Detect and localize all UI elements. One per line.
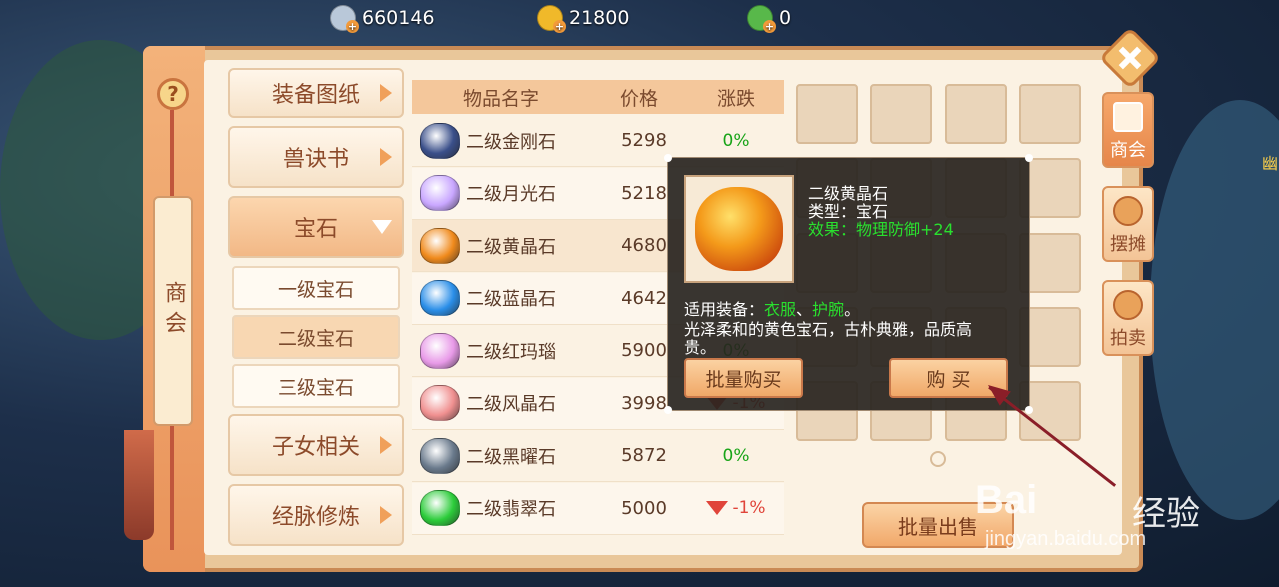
category-children[interactable]: 子女相关 xyxy=(228,414,404,476)
tooltip-effect: 效果：物理防御+24 xyxy=(808,220,954,239)
tooltip-corner xyxy=(1025,154,1033,162)
price-change-value: 0% xyxy=(722,130,750,151)
page-indicator-dot[interactable] xyxy=(930,451,946,467)
price-change: 0% xyxy=(692,131,780,151)
category-label: 装备图纸 xyxy=(271,83,360,108)
item-price: 5872 xyxy=(621,445,667,466)
arrow-right-icon xyxy=(380,148,392,166)
arrow-down-icon xyxy=(706,501,729,515)
gold-currency[interactable]: + 21800 xyxy=(537,4,630,33)
price-change: 0% xyxy=(692,446,780,466)
gem-icon xyxy=(420,385,460,421)
help-button[interactable]: ? xyxy=(157,78,189,110)
tooltip-corner xyxy=(1025,406,1033,414)
tab-label: 拍卖 xyxy=(1110,328,1146,349)
tooltip-corner xyxy=(664,406,672,414)
inventory-slot[interactable] xyxy=(870,84,932,144)
tooltip-description-line2: 贵。 xyxy=(684,338,717,357)
trident-icon xyxy=(1113,102,1143,132)
jade-currency[interactable]: + 0 xyxy=(747,4,792,33)
sub-category-level2[interactable]: 二级宝石 xyxy=(232,315,400,359)
gem-icon xyxy=(420,280,460,316)
item-name: 二级风晶石 xyxy=(466,394,556,415)
edge-text: 幽 xyxy=(1262,154,1279,173)
item-name: 二级金刚石 xyxy=(466,131,556,153)
gem-icon xyxy=(420,175,460,211)
table-header: 物品名字 价格 涨跌 xyxy=(412,80,784,114)
side-title: 商会 xyxy=(153,196,193,426)
background-foliage xyxy=(1150,100,1279,520)
price-change-value: 0% xyxy=(722,445,750,466)
tab-chamber-of-commerce[interactable]: 商会 xyxy=(1102,92,1154,168)
watermark-brand: Bai xyxy=(975,478,1038,522)
coins-icon xyxy=(1113,196,1143,226)
tab-label: 摆摊 xyxy=(1110,234,1146,255)
gem-icon xyxy=(420,122,460,159)
tab-label: 商会 xyxy=(1110,140,1146,161)
bulk-buy-button[interactable]: 批量购买 xyxy=(684,358,803,398)
category-label: 兽诀书 xyxy=(282,147,349,172)
sub-category-label: 三级宝石 xyxy=(277,376,354,399)
category-gems[interactable]: 宝石 xyxy=(228,196,404,258)
column-header-name: 物品名字 xyxy=(462,87,539,110)
gold-amount: 21800 xyxy=(569,7,630,29)
item-name: 二级翡翠石 xyxy=(466,499,556,520)
category-label: 宝石 xyxy=(293,217,338,242)
tab-stall[interactable]: 摆摊 xyxy=(1102,186,1154,262)
column-header-price: 价格 xyxy=(619,87,658,110)
arrow-right-icon xyxy=(380,84,392,102)
item-name: 二级黄晶石 xyxy=(466,236,556,258)
gem-icon xyxy=(420,227,460,264)
item-name: 二级蓝晶石 xyxy=(466,289,556,310)
watermark-url: jingyan.baidu.com xyxy=(985,528,1147,550)
gem-icon xyxy=(420,437,460,474)
category-blueprints[interactable]: 装备图纸 xyxy=(228,68,404,118)
table-row[interactable]: 二级翡翠石 5000 -1% xyxy=(412,482,784,535)
coin-stack-icon xyxy=(1113,290,1143,320)
category-label: 经脉修炼 xyxy=(271,505,360,530)
gem-icon xyxy=(420,490,460,526)
sub-category-level1[interactable]: 一级宝石 xyxy=(232,266,400,310)
arrow-right-icon xyxy=(380,436,392,454)
arrow-down-icon xyxy=(372,220,392,234)
price-change-value: -1% xyxy=(732,498,766,518)
inventory-slot[interactable] xyxy=(796,84,858,144)
tooltip-item-image xyxy=(684,175,794,283)
inventory-slot[interactable] xyxy=(1019,84,1081,144)
sub-category-label: 二级宝石 xyxy=(277,327,354,350)
item-name: 二级红玛瑙 xyxy=(466,341,556,363)
sub-category-level3[interactable]: 三级宝石 xyxy=(232,364,400,408)
item-price: 5298 xyxy=(621,130,667,151)
silver-currency[interactable]: + 660146 xyxy=(330,4,435,33)
silver-coin-icon: + xyxy=(330,5,359,33)
silver-amount: 660146 xyxy=(362,7,435,29)
jade-coin-icon: + xyxy=(747,5,776,33)
item-name: 二级月光石 xyxy=(466,184,556,205)
jade-amount: 0 xyxy=(779,7,792,29)
sub-category-label: 一级宝石 xyxy=(277,278,354,301)
inventory-slot[interactable] xyxy=(945,84,1007,144)
column-header-change: 涨跌 xyxy=(716,87,755,110)
tab-auction[interactable]: 拍卖 xyxy=(1102,280,1154,356)
category-skill-books[interactable]: 兽诀书 xyxy=(228,126,404,188)
gem-icon xyxy=(420,332,460,369)
price-change: -1% xyxy=(692,498,780,518)
category-label: 子女相关 xyxy=(271,435,360,460)
arrow-right-icon xyxy=(380,506,392,524)
tooltip-corner xyxy=(664,154,672,162)
tassel-decoration xyxy=(124,430,154,540)
category-meridian[interactable]: 经脉修炼 xyxy=(228,484,404,546)
table-row[interactable]: 二级黑曜石 5872 0% xyxy=(412,430,784,482)
item-price: 5000 xyxy=(621,497,667,519)
tooltip-description-line1: 光泽柔和的黄色宝石，古朴典雅，品质高 xyxy=(684,320,973,339)
item-name: 二级黑曜石 xyxy=(466,446,556,468)
yellow-gem-icon xyxy=(695,187,783,271)
gold-coin-icon: + xyxy=(537,5,566,33)
